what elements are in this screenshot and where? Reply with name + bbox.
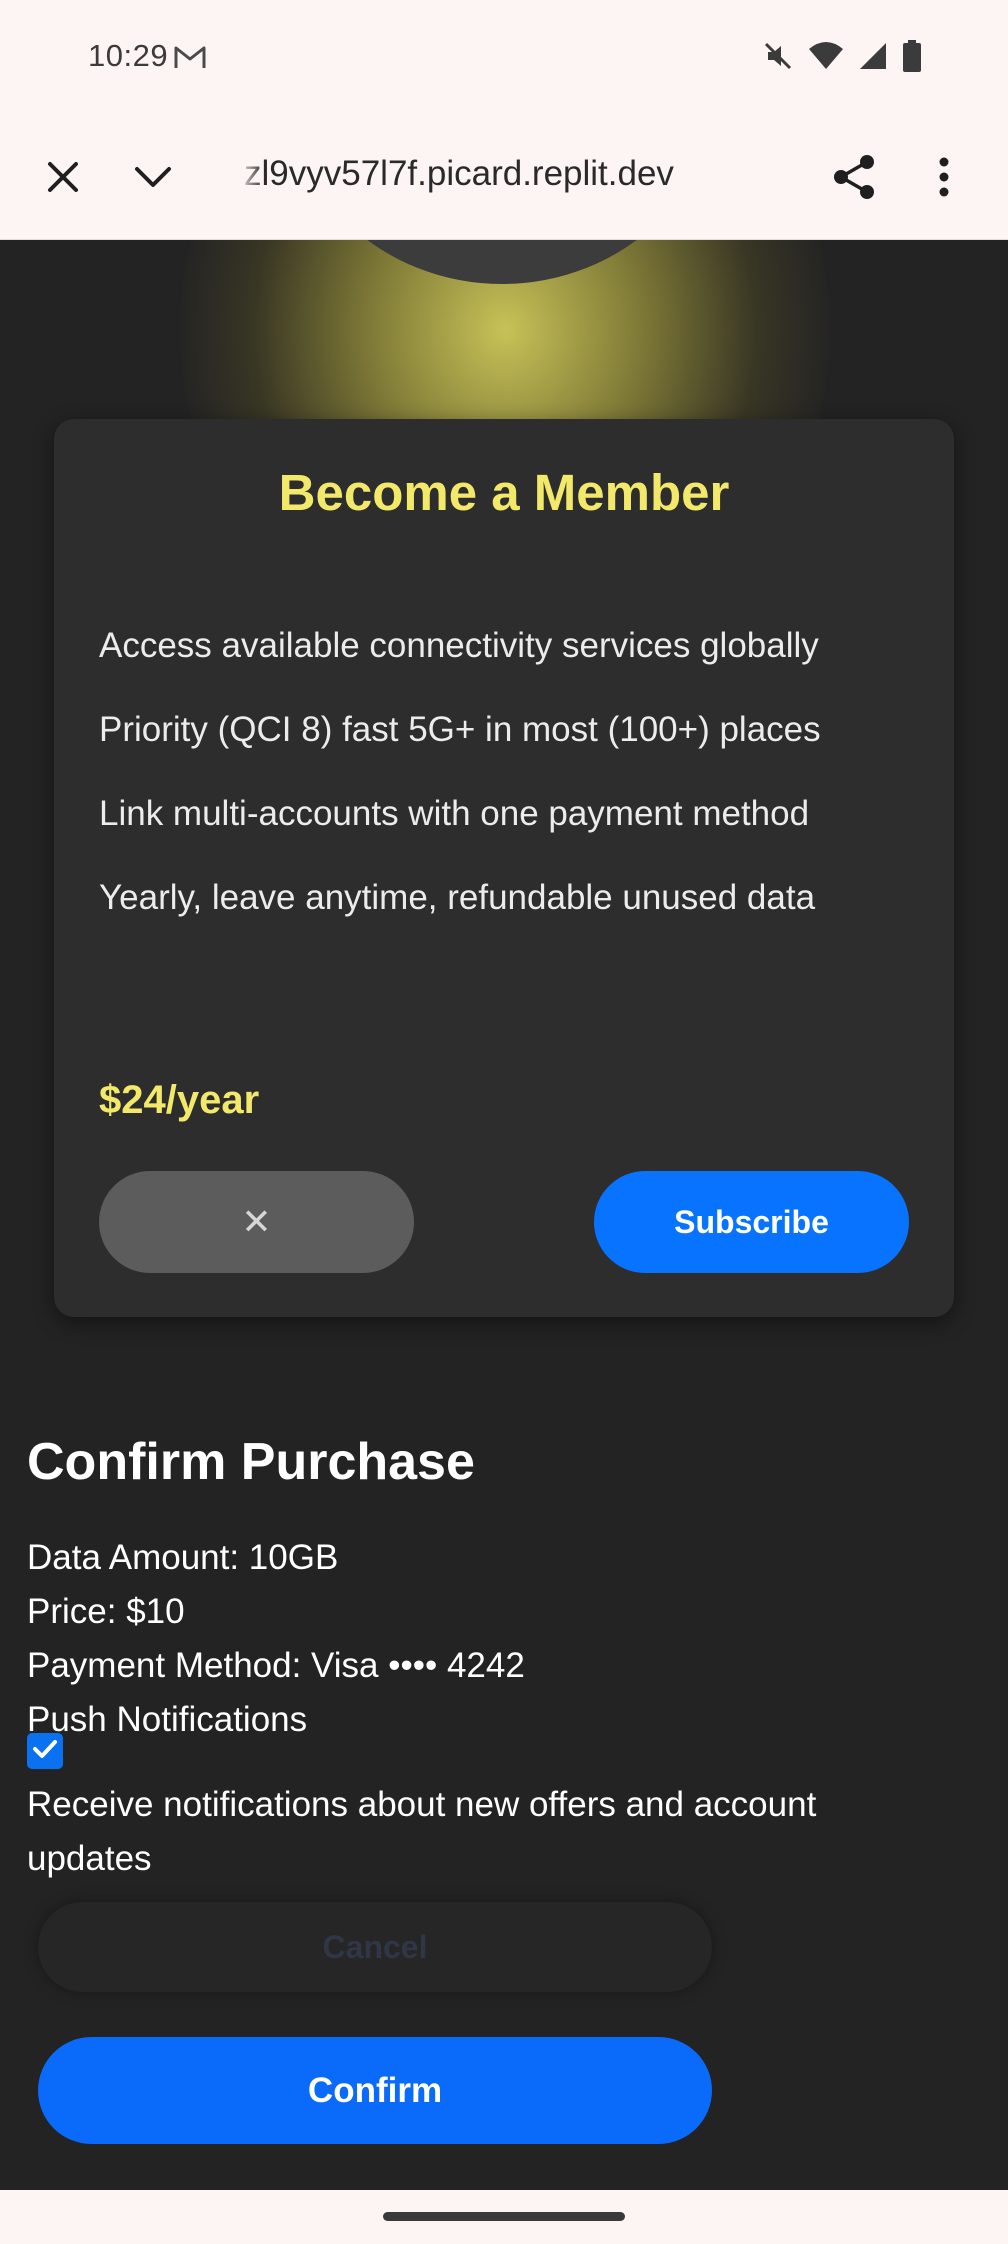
feature-item: Access available connectivity services g…	[99, 626, 819, 665]
share-button[interactable]	[821, 146, 887, 212]
close-icon: ✕	[241, 1201, 272, 1242]
feature-list: Access available connectivity services g…	[99, 626, 821, 962]
checkmark-icon	[32, 1738, 58, 1765]
push-notifications-checkbox[interactable]	[27, 1733, 63, 1769]
purchase-price: Price: $10	[27, 1592, 185, 1631]
chevron-down-icon	[133, 165, 173, 194]
home-gesture-handle[interactable]	[383, 2212, 625, 2221]
status-bar: 10:29	[0, 0, 1008, 118]
close-tab-button[interactable]	[30, 146, 96, 212]
status-icons	[762, 40, 922, 77]
data-amount: Data Amount: 10GB	[27, 1538, 339, 1577]
status-time: 10:29	[88, 38, 169, 73]
wifi-icon	[808, 41, 844, 76]
payment-method: Payment Method: Visa •••• 4242	[27, 1646, 525, 1685]
browser-toolbar: zl9vyv57l7f.picard.replit.dev	[0, 118, 1008, 240]
gmail-icon	[173, 44, 207, 70]
signal-icon	[858, 41, 888, 76]
navigation-bar	[0, 2190, 1008, 2244]
battery-icon	[902, 40, 922, 77]
push-notifications-description: Receive notifications about new offers a…	[27, 1785, 817, 1878]
cancel-button[interactable]: Cancel	[38, 1902, 712, 1992]
membership-price: $24/year	[99, 1078, 260, 1122]
confirm-purchase-title: Confirm Purchase	[27, 1433, 475, 1491]
more-options-button[interactable]	[911, 146, 977, 212]
feature-item: Yearly, leave anytime, refundable unused…	[99, 878, 816, 917]
url-text[interactable]: zl9vyv57l7f.picard.replit.dev	[244, 154, 764, 194]
membership-title: Become a Member	[278, 464, 730, 521]
dismiss-button[interactable]: ✕	[99, 1171, 414, 1273]
mute-icon	[762, 40, 794, 77]
feature-item: Link multi-accounts with one payment met…	[99, 794, 810, 833]
minimize-button[interactable]	[120, 146, 186, 212]
feature-item: Priority (QCI 8) fast 5G+ in most (100+)…	[99, 710, 821, 749]
push-notifications-label: Push Notifications	[27, 1700, 308, 1739]
more-vert-icon	[938, 157, 950, 202]
share-icon	[832, 154, 876, 205]
confirm-button[interactable]: Confirm	[38, 2037, 712, 2144]
subscribe-button[interactable]: Subscribe	[594, 1171, 909, 1273]
page-content: Become a Member Access available connect…	[0, 240, 1008, 2190]
membership-card: Become a Member Access available connect…	[54, 419, 954, 1317]
close-icon	[46, 160, 80, 199]
